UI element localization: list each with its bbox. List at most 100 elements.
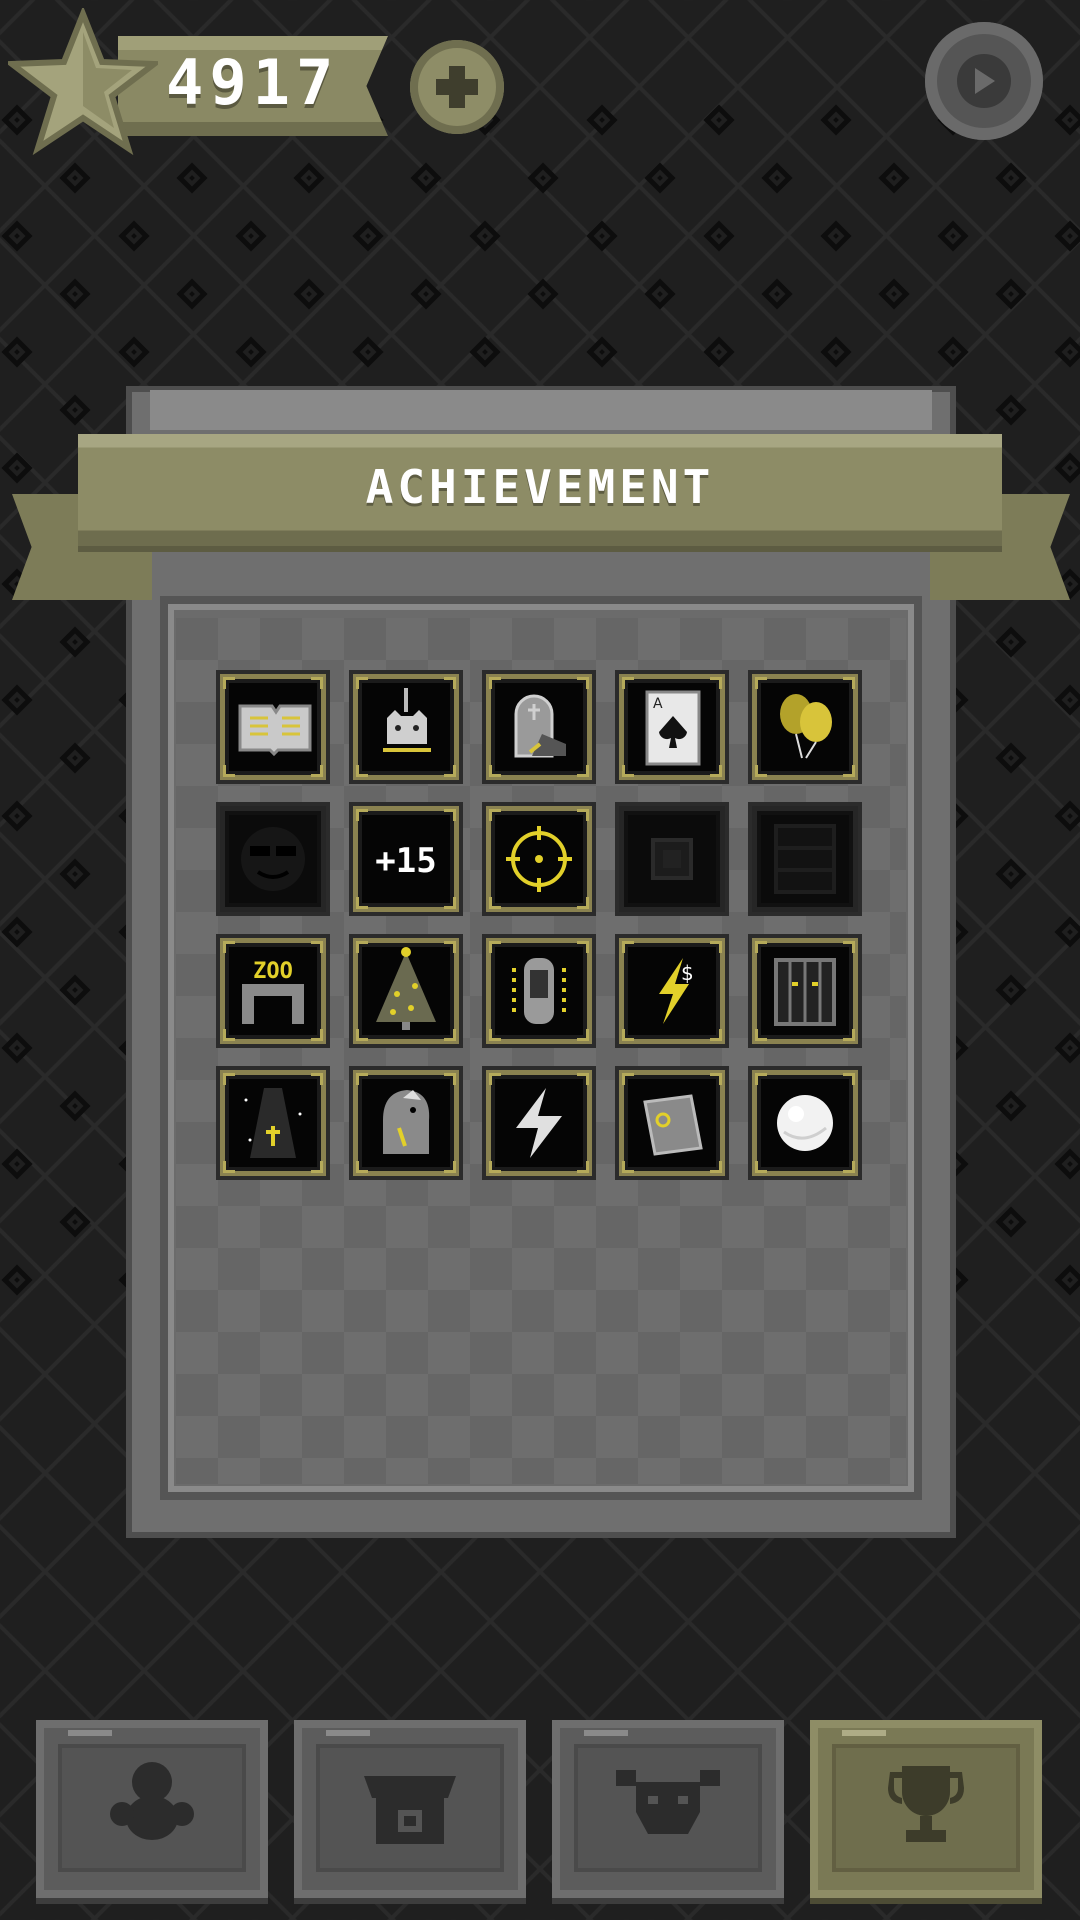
pattern-diamond xyxy=(644,278,676,310)
pattern-diamond xyxy=(761,278,793,310)
play-button[interactable] xyxy=(925,22,1043,140)
pattern-diamond xyxy=(59,1090,91,1122)
plus-15-icon: +15 xyxy=(375,841,436,881)
pattern-diamond xyxy=(1,916,33,948)
bull-skull-icon xyxy=(616,1770,720,1834)
pattern-diamond xyxy=(995,742,1027,774)
pattern-diamond xyxy=(1054,1264,1080,1296)
title-banner: ACHIEVEMENT xyxy=(78,434,1002,546)
pattern-diamond xyxy=(586,104,618,136)
panel-top-edge xyxy=(150,390,932,430)
star-icon xyxy=(8,8,158,156)
rooster-icon xyxy=(383,1090,430,1154)
add-coins-button[interactable] xyxy=(410,40,504,134)
cage-eyes-icon xyxy=(774,958,836,1026)
achievement-tile[interactable]: ZOO xyxy=(220,938,326,1044)
pattern-diamond xyxy=(937,220,969,252)
tab-highlight xyxy=(326,1730,370,1736)
pattern-diamond xyxy=(878,278,910,310)
achievement-tile[interactable] xyxy=(486,938,592,1044)
svg-text:ZOO: ZOO xyxy=(253,959,293,984)
achievement-tile[interactable]: +15 xyxy=(353,806,459,912)
zoo-gate-icon: ZOO xyxy=(242,959,304,1024)
pattern-diamond xyxy=(995,1090,1027,1122)
nav-tab-shop-stall[interactable] xyxy=(294,1720,526,1898)
pattern-diamond xyxy=(59,742,91,774)
open-book-icon xyxy=(238,704,312,757)
achievement-tile[interactable]: $ xyxy=(619,938,725,1044)
pattern-diamond xyxy=(410,162,442,194)
achievement-tile[interactable] xyxy=(353,938,459,1044)
pattern-diamond xyxy=(527,162,559,194)
pattern-diamond xyxy=(59,162,91,194)
pattern-diamond xyxy=(1,336,33,368)
pattern-diamond xyxy=(469,336,501,368)
pattern-diamond xyxy=(1,452,33,484)
pattern-diamond xyxy=(1054,336,1080,368)
pattern-diamond xyxy=(937,336,969,368)
pattern-diamond xyxy=(235,336,267,368)
pattern-diamond xyxy=(820,104,852,136)
achievement-tile[interactable] xyxy=(752,1070,858,1176)
pattern-diamond xyxy=(995,858,1027,890)
nav-tab-bull-skull[interactable] xyxy=(552,1720,784,1898)
pattern-diamond xyxy=(703,104,735,136)
crosshair-icon xyxy=(506,826,572,892)
achievement-tile[interactable] xyxy=(486,806,592,912)
achievement-tile[interactable] xyxy=(752,674,858,780)
pattern-diamond xyxy=(820,336,852,368)
nav-tab-trophy[interactable] xyxy=(810,1720,1042,1898)
pattern-diamond xyxy=(235,220,267,252)
ticket-card-icon xyxy=(643,1094,703,1156)
pattern-diamond xyxy=(59,278,91,310)
hanging-cat-icon xyxy=(383,688,431,752)
pattern-diamond xyxy=(1054,452,1080,484)
pattern-diamond xyxy=(644,162,676,194)
achievement-tile[interactable] xyxy=(619,1070,725,1176)
ace-of-spades-card-icon: A xyxy=(645,690,701,766)
pattern-diamond xyxy=(761,162,793,194)
pattern-diamond xyxy=(995,974,1027,1006)
pattern-diamond xyxy=(59,626,91,658)
achievement-tile[interactable] xyxy=(486,674,592,780)
pattern-diamond xyxy=(59,974,91,1006)
pattern-diamond xyxy=(586,336,618,368)
balloons-icon xyxy=(780,694,832,759)
achievement-tile[interactable] xyxy=(752,806,858,912)
pattern-diamond xyxy=(118,220,150,252)
achievement-tile[interactable] xyxy=(486,1070,592,1176)
pattern-diamond xyxy=(352,220,384,252)
achievement-tile[interactable] xyxy=(752,938,858,1044)
pattern-diamond xyxy=(1054,916,1080,948)
creature-icon xyxy=(110,1762,194,1840)
pattern-diamond xyxy=(1054,104,1080,136)
pattern-diamond xyxy=(586,220,618,252)
achievement-tile[interactable]: A xyxy=(619,674,725,780)
pattern-diamond xyxy=(1054,1032,1080,1064)
capsule-tank-icon xyxy=(512,958,566,1024)
lightning-bolt-icon xyxy=(516,1088,562,1158)
pattern-diamond xyxy=(59,1206,91,1238)
pattern-diamond xyxy=(995,626,1027,658)
score-value: 4917 xyxy=(166,46,340,119)
shop-stall-icon xyxy=(364,1776,456,1844)
pattern-diamond xyxy=(995,1206,1027,1238)
pattern-diamond xyxy=(1,1148,33,1180)
achievement-tile[interactable] xyxy=(353,1070,459,1176)
white-ball-icon xyxy=(777,1095,833,1151)
achievement-tile[interactable] xyxy=(220,806,326,912)
nav-tab-creature[interactable] xyxy=(36,1720,268,1898)
pattern-diamond xyxy=(878,162,910,194)
svg-text:+15: +15 xyxy=(375,841,436,881)
pattern-diamond xyxy=(995,394,1027,426)
achievement-tile[interactable] xyxy=(220,1070,326,1176)
achievement-tile[interactable] xyxy=(220,674,326,780)
pattern-diamond xyxy=(995,278,1027,310)
achievement-tile[interactable] xyxy=(619,806,725,912)
pattern-diamond xyxy=(1054,1148,1080,1180)
achievement-tile[interactable] xyxy=(353,674,459,780)
pattern-diamond xyxy=(527,278,559,310)
pattern-diamond xyxy=(59,858,91,890)
chip-icon xyxy=(651,838,693,880)
pattern-diamond xyxy=(410,278,442,310)
